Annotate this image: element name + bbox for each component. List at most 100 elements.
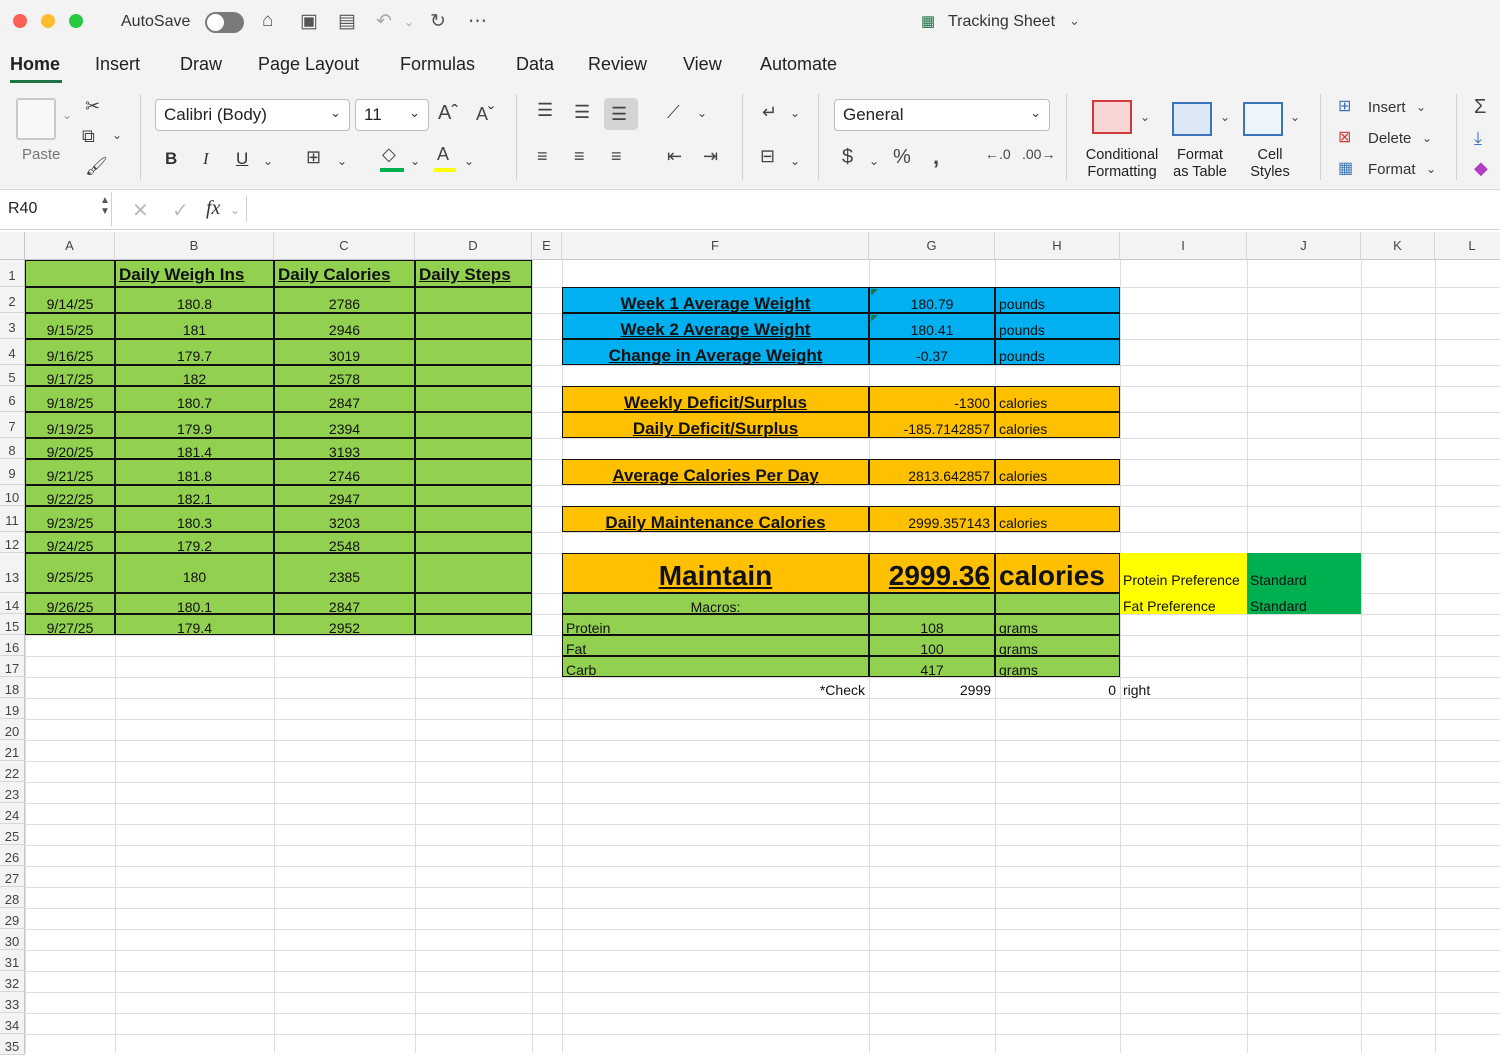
borders-icon[interactable]: ⊞ [306, 147, 321, 168]
log-weight-cell[interactable]: 180.7 [115, 386, 274, 412]
row-header[interactable]: 5 [0, 365, 25, 386]
week2-average-unit[interactable]: pounds [995, 313, 1120, 339]
comma-style-icon[interactable]: , [933, 144, 939, 170]
redo-icon[interactable]: ↻ [430, 10, 446, 33]
tab-formulas[interactable]: Formulas [400, 54, 475, 75]
paste-icon[interactable] [16, 98, 56, 140]
italic-button[interactable]: I [203, 149, 209, 169]
goal-value[interactable]: 2999.36 [869, 553, 995, 593]
row-header[interactable]: 10 [0, 485, 25, 506]
currency-dropdown-icon[interactable]: ⌄ [869, 154, 879, 168]
log-weight-cell[interactable]: 182.1 [115, 485, 274, 506]
log-calories-cell[interactable]: 3193 [274, 438, 415, 459]
log-calories-cell[interactable]: 2847 [274, 386, 415, 412]
log-calories-cell[interactable]: 3019 [274, 339, 415, 365]
insert-dropdown-icon[interactable]: ⌄ [1416, 100, 1426, 114]
wrap-text-dropdown-icon[interactable]: ⌄ [790, 106, 800, 120]
log-calories-cell[interactable]: 2947 [274, 485, 415, 506]
log-steps-cell[interactable] [415, 614, 532, 635]
maintenance-calories-label[interactable]: Daily Maintenance Calories [562, 506, 869, 532]
check-status[interactable]: right [1120, 677, 1247, 698]
column-header[interactable]: K [1361, 232, 1435, 260]
column-header[interactable]: I [1120, 232, 1247, 260]
week1-average-label[interactable]: Week 1 Average Weight [562, 287, 869, 313]
format-cells-icon[interactable]: ▦ [1338, 158, 1353, 178]
font-color-dropdown-icon[interactable]: ⌄ [464, 154, 474, 168]
carb-grams-value[interactable]: 417 [869, 656, 995, 677]
autosum-icon[interactable]: Σ [1474, 96, 1486, 119]
merge-center-icon[interactable]: ⊟ [760, 146, 775, 167]
orientation-icon[interactable]: ⟋ [667, 102, 680, 123]
log-column-header[interactable]: Daily Steps [415, 260, 532, 287]
log-steps-cell[interactable] [415, 339, 532, 365]
log-steps-cell[interactable] [415, 532, 532, 553]
row-header[interactable]: 29 [0, 908, 25, 929]
fill-icon[interactable]: ⤓ [1474, 128, 1482, 149]
insert-cells-button[interactable]: Insert [1368, 99, 1406, 116]
font-size-select[interactable]: 11 ⌄ [355, 99, 429, 131]
align-left-icon[interactable]: ≡ [537, 146, 548, 167]
column-header[interactable]: A [25, 232, 115, 260]
check-label[interactable]: *Check [562, 677, 869, 698]
log-weight-cell[interactable]: 181 [115, 313, 274, 339]
format-cells-button[interactable]: Format [1368, 161, 1416, 178]
log-header-date[interactable] [25, 260, 115, 287]
row-header[interactable]: 28 [0, 887, 25, 908]
log-weight-cell[interactable]: 180.8 [115, 287, 274, 313]
row-header[interactable]: 1 [0, 260, 25, 287]
tab-automate[interactable]: Automate [760, 54, 837, 75]
tab-page-layout[interactable]: Page Layout [258, 54, 359, 75]
log-weight-cell[interactable]: 182 [115, 365, 274, 386]
format-as-table-icon[interactable] [1172, 102, 1212, 136]
log-steps-cell[interactable] [415, 386, 532, 412]
column-header[interactable]: E [532, 232, 562, 260]
currency-icon[interactable]: $ [842, 146, 853, 169]
average-calories-value[interactable]: 2813.642857 [869, 459, 995, 485]
week1-average-value[interactable]: 180.79 [869, 287, 995, 313]
column-header[interactable]: B [115, 232, 274, 260]
log-weight-cell[interactable]: 180 [115, 553, 274, 593]
log-calories-cell[interactable]: 2578 [274, 365, 415, 386]
row-header[interactable]: 33 [0, 992, 25, 1013]
log-calories-cell[interactable]: 2746 [274, 459, 415, 485]
weekly-deficit-label[interactable]: Weekly Deficit/Surplus [562, 386, 869, 412]
delete-dropdown-icon[interactable]: ⌄ [1422, 131, 1432, 145]
log-date-cell[interactable]: 9/16/25 [25, 339, 115, 365]
log-date-cell[interactable]: 9/22/25 [25, 485, 115, 506]
row-header[interactable]: 17 [0, 656, 25, 677]
fx-chevron-down-icon[interactable]: ⌄ [230, 203, 240, 217]
underline-button[interactable]: U [236, 149, 248, 169]
weight-change-value[interactable]: -0.37 [869, 339, 995, 365]
row-header[interactable]: 9 [0, 459, 25, 485]
log-weight-cell[interactable]: 179.9 [115, 412, 274, 438]
fill-color-icon[interactable]: ◇ [382, 144, 396, 165]
insert-cells-icon[interactable]: ⊞ [1338, 96, 1351, 116]
underline-dropdown-icon[interactable]: ⌄ [263, 154, 273, 168]
log-steps-cell[interactable] [415, 412, 532, 438]
align-bottom-icon[interactable]: ☰ [611, 104, 627, 125]
log-steps-cell[interactable] [415, 287, 532, 313]
save-as-icon[interactable]: ▤ [338, 10, 356, 33]
goal-unit[interactable]: calories [995, 553, 1120, 593]
title-chevron-down-icon[interactable]: ⌄ [1069, 13, 1080, 29]
row-header[interactable]: 31 [0, 950, 25, 971]
log-date-cell[interactable]: 9/15/25 [25, 313, 115, 339]
log-date-cell[interactable]: 9/17/25 [25, 365, 115, 386]
tab-view[interactable]: View [683, 54, 722, 75]
weekly-deficit-unit[interactable]: calories [995, 386, 1120, 412]
log-steps-cell[interactable] [415, 506, 532, 532]
font-color-icon[interactable]: A [437, 144, 449, 165]
bold-button[interactable]: B [165, 149, 177, 169]
macros-spacer[interactable] [995, 593, 1120, 614]
log-steps-cell[interactable] [415, 313, 532, 339]
increase-indent-icon[interactable]: ⇥ [703, 146, 718, 167]
enter-icon[interactable]: ✓ [172, 198, 189, 223]
copy-icon[interactable]: ⧉ [82, 126, 95, 147]
weekly-deficit-value[interactable]: -1300 [869, 386, 995, 412]
format-as-table-button[interactable]: Format as Table [1166, 147, 1234, 181]
row-header[interactable]: 15 [0, 614, 25, 635]
log-date-cell[interactable]: 9/18/25 [25, 386, 115, 412]
log-date-cell[interactable]: 9/27/25 [25, 614, 115, 635]
column-header[interactable]: G [869, 232, 995, 260]
log-date-cell[interactable]: 9/21/25 [25, 459, 115, 485]
